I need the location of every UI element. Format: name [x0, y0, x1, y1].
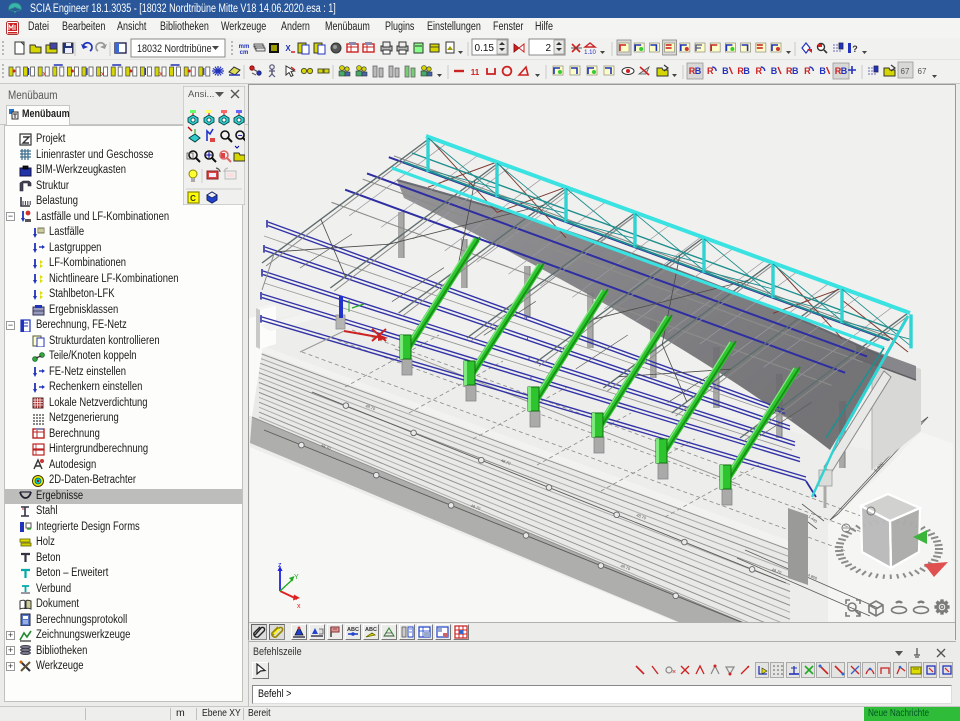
- svg-text:Ansi...: Ansi...: [188, 89, 214, 100]
- svg-text:2: 2: [545, 43, 551, 54]
- svg-text:x: x: [101, 71, 105, 78]
- svg-text:67: 67: [901, 67, 910, 76]
- svg-text:?: ?: [852, 44, 858, 54]
- svg-text:67: 67: [918, 67, 927, 76]
- svg-text:×: ×: [672, 669, 676, 676]
- svg-text:18032 Nordtribüne: 18032 Nordtribüne: [137, 43, 212, 55]
- svg-text:−: −: [238, 131, 243, 140]
- svg-text:B: B: [841, 66, 848, 76]
- svg-text:ABC: ABC: [365, 627, 377, 633]
- svg-text:B: B: [722, 66, 729, 76]
- svg-text:0.15: 0.15: [475, 43, 495, 54]
- svg-text:ABC: ABC: [347, 627, 359, 633]
- svg-text:z: z: [278, 562, 282, 569]
- svg-text:B: B: [743, 66, 750, 76]
- svg-text:x: x: [297, 603, 301, 610]
- svg-text:x: x: [159, 71, 163, 78]
- svg-text:B: B: [819, 66, 826, 76]
- svg-text:X: X: [285, 44, 291, 53]
- svg-text:1.10: 1.10: [584, 50, 596, 56]
- svg-text:11: 11: [471, 68, 480, 77]
- svg-text:B: B: [771, 66, 778, 76]
- svg-text:Y: Y: [294, 574, 299, 581]
- svg-text:x: x: [42, 71, 46, 78]
- svg-text:cm: cm: [240, 50, 249, 56]
- svg-text:B: B: [695, 66, 702, 76]
- svg-text:C: C: [190, 194, 196, 203]
- svg-text:B: B: [792, 66, 799, 76]
